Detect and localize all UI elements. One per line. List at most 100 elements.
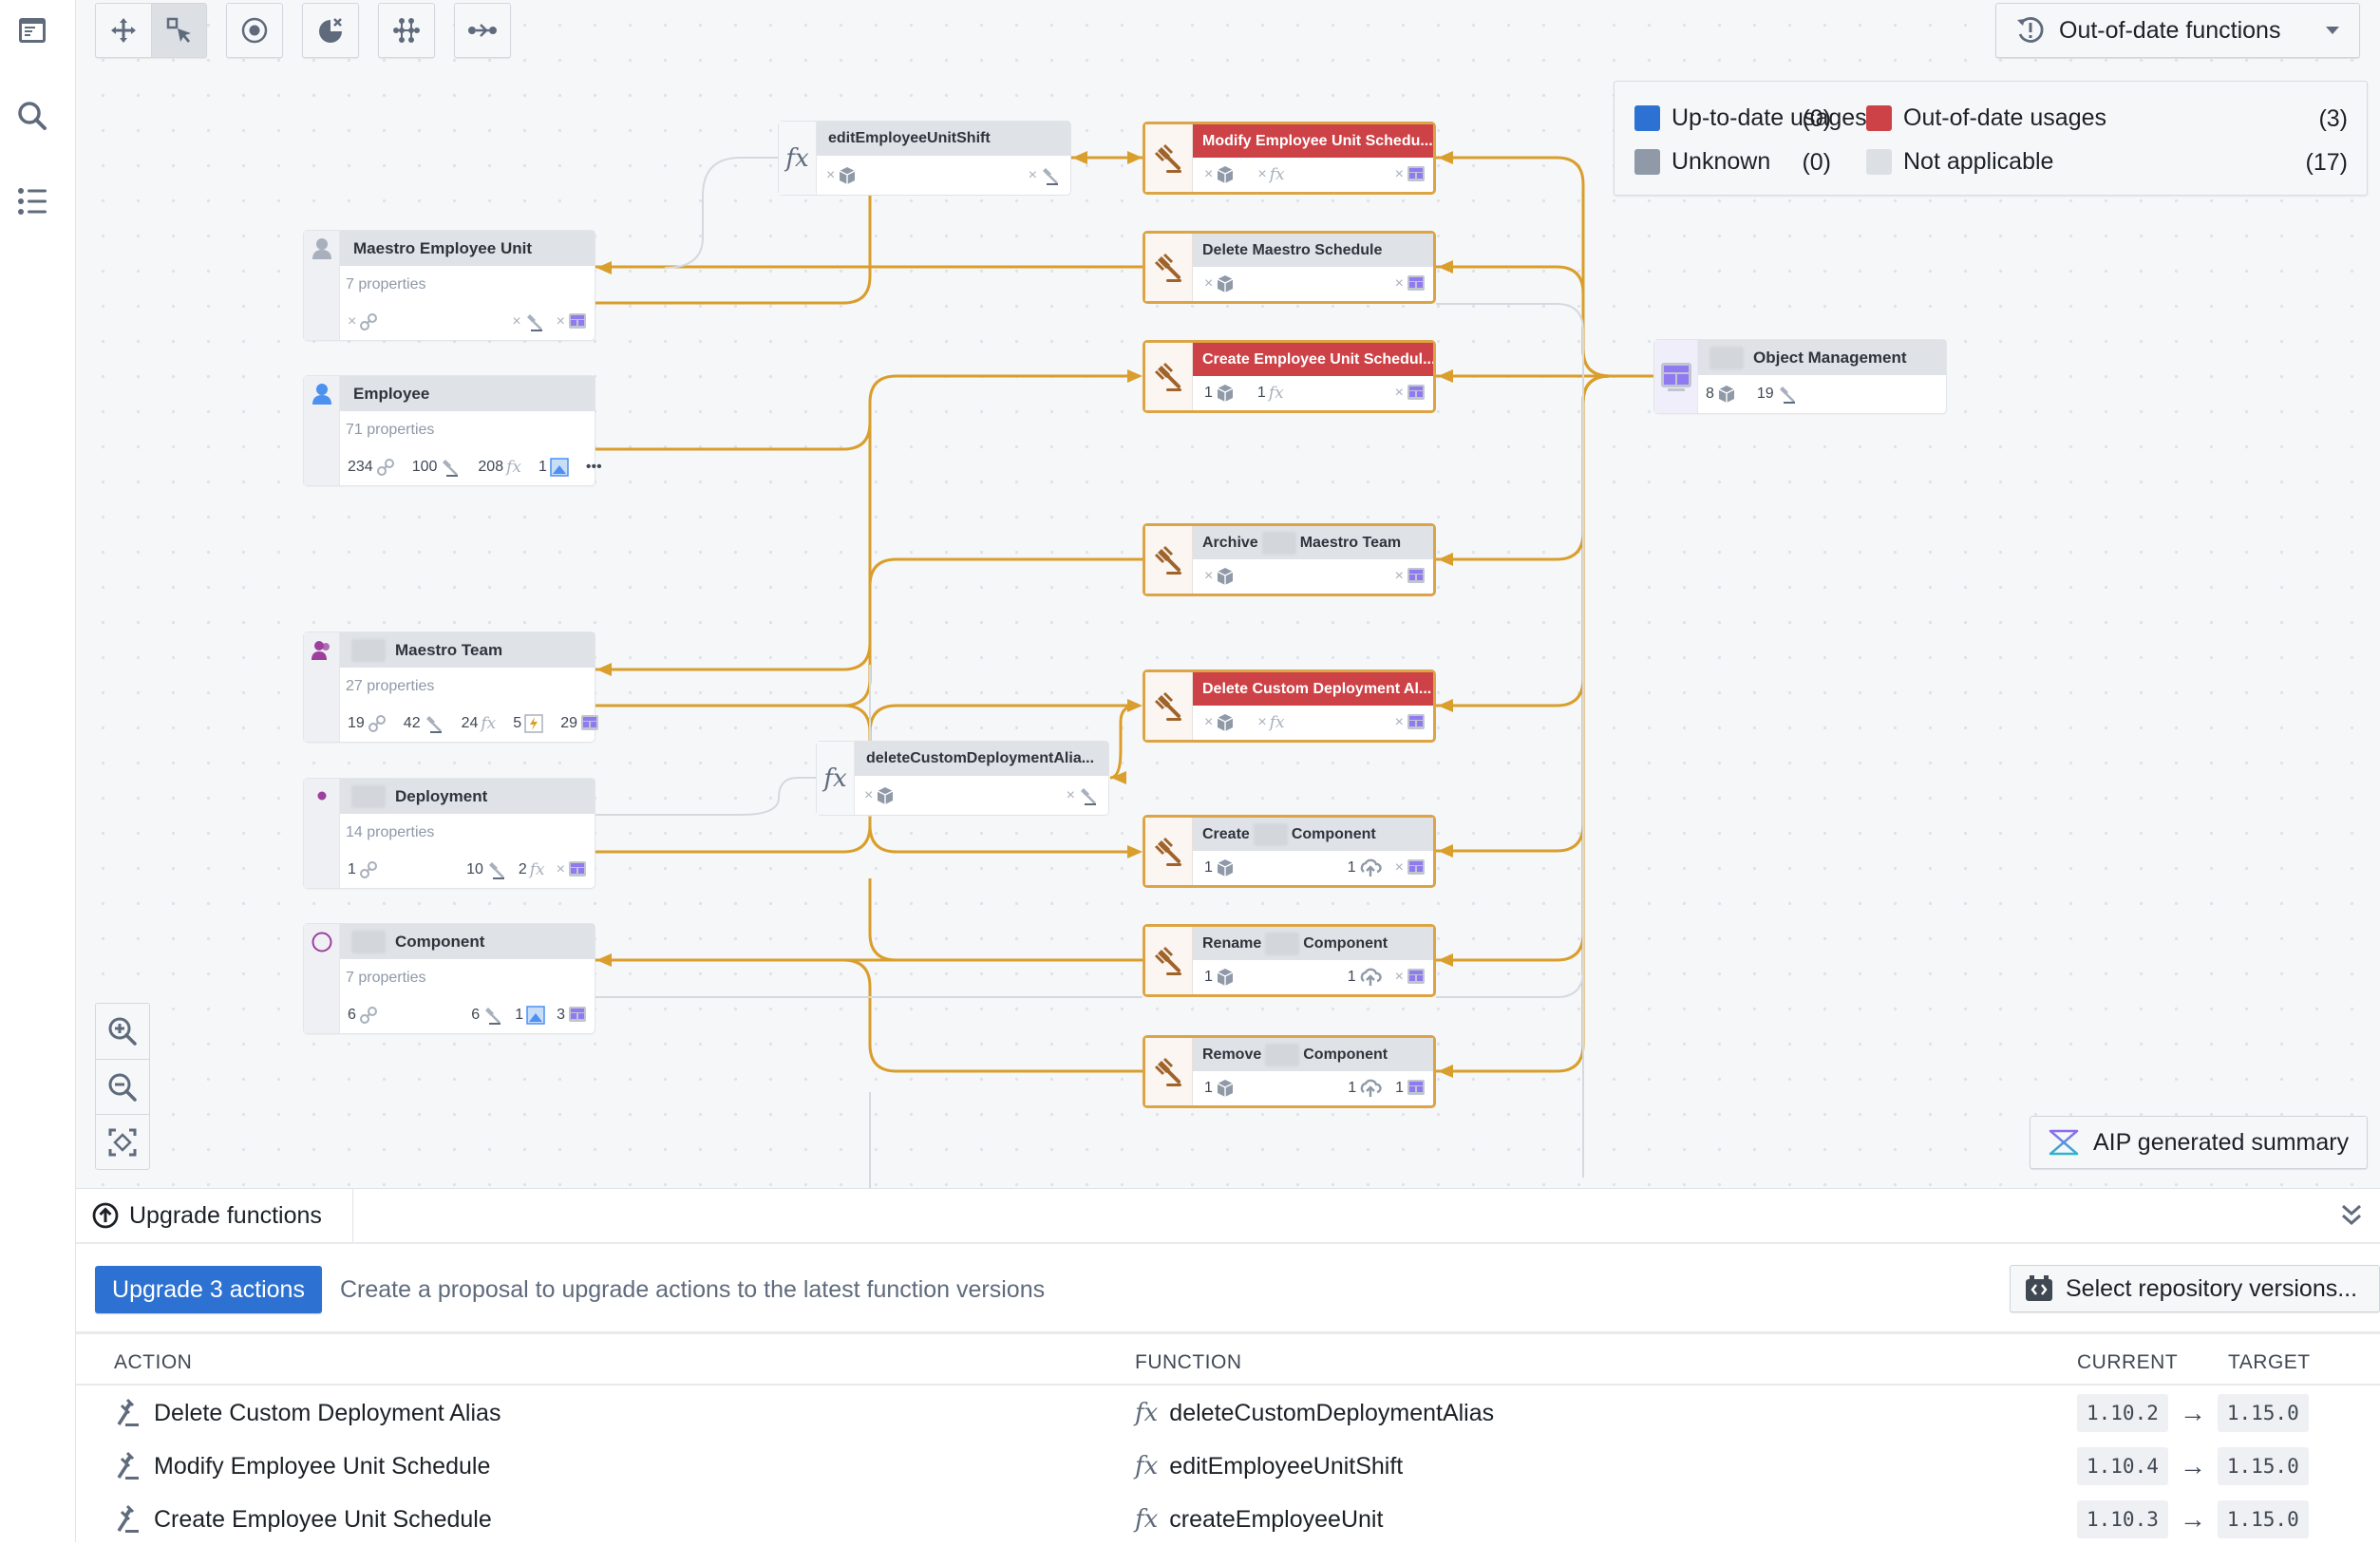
divider — [76, 1331, 2380, 1334]
edge — [868, 933, 897, 962]
panel-toggle-button[interactable] — [13, 11, 51, 49]
action-type-node[interactable]: Delete Custom Deployment Al... × × fx × — [1143, 669, 1436, 743]
app-icon — [1407, 274, 1426, 293]
pan-tool-button[interactable] — [96, 4, 151, 57]
action-cell: Modify Employee Unit Schedule — [114, 1440, 490, 1493]
object-icon — [1216, 165, 1235, 184]
node-footer: × × × — [340, 303, 595, 340]
node-footer: × × fx × — [1193, 158, 1433, 192]
left-rail — [0, 0, 76, 1542]
node-body: Deployment 14 properties 1 10 2 fx × — [340, 779, 595, 888]
column-header-target[interactable]: TARGET — [2228, 1341, 2311, 1385]
node-title-text: Maestro Team — [1299, 534, 1402, 551]
object-type-node[interactable]: Maestro Team 27 properties 19 42 24 fx 5 29 — [304, 632, 598, 742]
aip-summary-button[interactable]: AIP generated summary — [2030, 1116, 2368, 1169]
edge-arrowhead — [1127, 845, 1143, 858]
action-icon — [1078, 785, 1099, 806]
fit-view-button[interactable] — [96, 1114, 149, 1169]
action-type-node[interactable]: Create Employee Unit Schedul... 1 1 fx × — [1143, 340, 1436, 413]
node-title: Maestro Employee Unit — [340, 231, 595, 266]
table-row[interactable]: Modify Employee Unit Schedule fx editEmplo… — [76, 1440, 2380, 1493]
stat: × — [1204, 713, 1235, 732]
focus-tool-button[interactable] — [227, 4, 282, 57]
gavel-icon — [1145, 672, 1193, 740]
node-title-text: Archive — [1202, 534, 1258, 551]
history-warning-icon — [2017, 17, 2044, 43]
object-type-node[interactable]: Maestro Employee Unit 7 properties × × × — [304, 231, 595, 340]
action-type-node[interactable]: Modify Employee Unit Schedu... × × fx × — [1143, 122, 1436, 195]
legend-count: (0) — [1802, 105, 1831, 132]
graph-canvas[interactable]: Out-of-date functions Up-to-date usages … — [76, 0, 2380, 1188]
caret-down-icon — [2326, 27, 2339, 34]
node-footer: 1 10 2 fx × — [340, 851, 595, 888]
app-icon — [568, 1006, 587, 1025]
stat: × — [1204, 165, 1235, 184]
function-cell: fx createEmployeeUnit — [1135, 1493, 1383, 1546]
action-type-node[interactable]: Rename Component 1 1 × — [1143, 924, 1436, 997]
stat-count: 1 — [1256, 385, 1266, 401]
action-name: Modify Employee Unit Schedule — [154, 1452, 491, 1480]
stat: 1 — [1204, 968, 1235, 987]
node-footer: 1 1 × — [1193, 851, 1433, 885]
select-tool-button[interactable] — [151, 4, 206, 57]
view-mode-dropdown[interactable]: Out-of-date functions — [1995, 3, 2360, 58]
node-title-out-of-date: Create Employee Unit Schedul... — [1193, 343, 1433, 376]
stat: 1 — [348, 860, 378, 879]
edge-arrowhead — [1127, 699, 1143, 712]
upgrade-actions-button[interactable]: Upgrade 3 actions — [95, 1266, 322, 1313]
collapse-panel-button[interactable] — [2336, 1200, 2367, 1231]
node-title-text: Component — [395, 932, 485, 951]
stat: × — [1204, 567, 1235, 586]
view-mode-label: Out-of-date functions — [2059, 16, 2281, 44]
select-repository-versions-button[interactable]: Select repository versions... — [2010, 1265, 2380, 1312]
column-header-function[interactable]: FUNCTION — [1135, 1341, 1242, 1385]
stat-count: × — [1204, 275, 1214, 292]
table-row[interactable]: Delete Custom Deployment Alias fx deleteCu… — [76, 1386, 2380, 1440]
current-version: 1.10.2 — [2077, 1394, 2168, 1432]
node-title-out-of-date: Delete Custom Deployment Al... — [1193, 672, 1433, 706]
zoom-out-button[interactable] — [96, 1059, 149, 1114]
tab-upgrade-functions[interactable]: Upgrade functions — [76, 1189, 353, 1242]
function-node[interactable]: fx deleteCustomDeploymentAlia... × × — [817, 742, 1108, 815]
remove-node-tool-button[interactable] — [303, 4, 358, 57]
zoom-in-icon — [108, 1017, 137, 1046]
table-row[interactable]: Create Employee Unit Schedule fx createEmp… — [76, 1493, 2380, 1546]
stat: ••• — [586, 459, 602, 476]
zoom-in-button[interactable] — [96, 1004, 149, 1059]
edge-arrowhead — [1111, 771, 1126, 784]
object-type-node[interactable]: Component 7 properties 6 6 1 3 — [304, 924, 595, 1033]
dot-icon — [312, 785, 332, 811]
person-icon — [312, 383, 332, 410]
column-header-current[interactable]: CURRENT — [2077, 1341, 2178, 1385]
object-type-node[interactable]: Employee 71 properties 234 100 208 fx 1 ••• — [304, 376, 602, 485]
search-button[interactable] — [13, 97, 51, 135]
function-node[interactable]: fx editEmployeeUnitShift × × — [779, 122, 1070, 195]
expand-path-tool-button[interactable] — [455, 4, 510, 57]
current-version: 1.10.4 — [2077, 1447, 2168, 1485]
legend-label: Not applicable — [1903, 147, 2054, 175]
object-type-node[interactable]: Deployment 14 properties 1 10 2 fx × — [304, 779, 595, 888]
list-button[interactable] — [13, 182, 51, 220]
stat-count: × — [1204, 166, 1214, 182]
path-icon — [468, 24, 497, 37]
stat: × — [826, 166, 857, 185]
action-type-node[interactable]: Archive Maestro Team × × — [1143, 523, 1436, 596]
pie-remove-icon — [319, 18, 342, 43]
function-name: deleteCustomDeploymentAlias — [1169, 1399, 1495, 1426]
stat: 19 — [1757, 384, 1798, 405]
stat-count: 1 — [1204, 969, 1213, 985]
application-node[interactable]: Object Management 8 19 — [1654, 340, 1946, 413]
action-type-node[interactable]: Create Component 1 1 × — [1143, 815, 1436, 888]
node-title-text: Component — [1303, 1046, 1388, 1063]
layout-tool-button[interactable] — [379, 4, 434, 57]
fit-view-icon — [108, 1128, 137, 1156]
action-type-node[interactable]: Delete Maestro Schedule × × — [1143, 231, 1436, 304]
action-type-node[interactable]: Remove Component 1 1 1 — [1143, 1035, 1436, 1108]
stat-count: × — [1394, 714, 1404, 730]
function-name: editEmployeeUnitShift — [1169, 1452, 1404, 1480]
aip-icon — [2049, 1129, 2079, 1156]
gavel-icon — [1145, 343, 1193, 410]
action-name: Delete Custom Deployment Alias — [154, 1399, 501, 1426]
stat-count: 1 — [538, 458, 547, 475]
column-header-action[interactable]: ACTION — [114, 1341, 192, 1385]
